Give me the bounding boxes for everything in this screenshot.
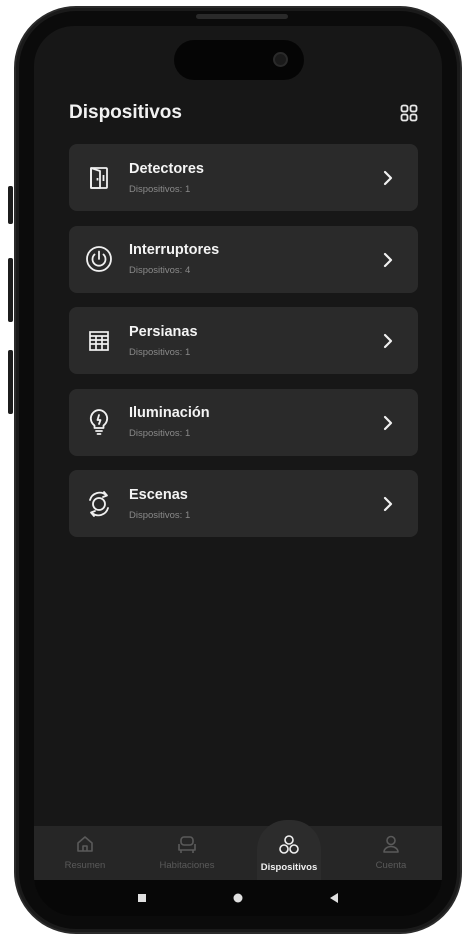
sofa-icon (178, 836, 196, 853)
grid-view-button[interactable] (398, 102, 420, 124)
tab-label: Cuenta (375, 860, 407, 871)
device-category-list: Detectores Dispositivos: 1 Interruptores… (69, 144, 418, 552)
chevron-right-icon (383, 170, 393, 186)
device-card-name: Persianas (129, 323, 198, 340)
tab-label: Habitaciones (159, 860, 215, 871)
side-button-action (8, 186, 13, 224)
circle-icon (233, 893, 243, 903)
header: Dispositivos (69, 98, 420, 128)
tab-habitaciones[interactable]: Habitaciones (136, 826, 238, 880)
home-nav-button[interactable] (190, 892, 286, 904)
speaker-slot (196, 14, 288, 19)
tab-resumen[interactable]: Resumen (34, 826, 136, 880)
scene-cycle-icon (89, 490, 109, 517)
square-icon (138, 894, 146, 902)
side-button-volume-up (8, 258, 13, 322)
devices-icon (279, 835, 299, 854)
chevron-right-icon (383, 333, 393, 349)
lightbulb-icon (89, 409, 109, 435)
device-card-count: Dispositivos: 1 (129, 346, 191, 358)
door-sensor-icon (90, 166, 108, 189)
power-icon (86, 246, 112, 272)
side-button-volume-down (8, 350, 13, 414)
triangle-back-icon (330, 893, 338, 903)
device-card-interruptores[interactable]: Interruptores Dispositivos: 4 (69, 225, 418, 293)
device-card-count: Dispositivos: 1 (129, 183, 191, 195)
camera-icon (273, 52, 288, 67)
tab-dispositivos[interactable]: Dispositivos (238, 826, 340, 880)
device-card-count: Dispositivos: 1 (129, 428, 191, 439)
recents-button[interactable] (94, 893, 190, 903)
device-card-name: Detectores (129, 160, 204, 177)
dynamic-island (174, 40, 304, 80)
device-card-persianas[interactable]: Persianas Dispositivos: 1 (69, 307, 418, 374)
back-button[interactable] (286, 892, 382, 904)
page-title: Dispositivos (69, 102, 182, 123)
tab-label: Resumen (64, 860, 106, 871)
grid-icon (400, 104, 418, 122)
home-icon (77, 836, 93, 852)
tab-cuenta[interactable]: Cuenta (340, 826, 442, 880)
device-card-detectores[interactable]: Detectores Dispositivos: 1 (69, 144, 418, 211)
bottom-tab-bar: Resumen Habitaciones Dispositivos Cuenta (34, 826, 442, 880)
device-card-name: Iluminación (129, 405, 210, 421)
chevron-right-icon (383, 415, 393, 430)
device-card-name: Interruptores (129, 242, 220, 258)
device-card-escenas[interactable]: Escenas Dispositivos: 1 (69, 470, 418, 537)
device-card-count: Dispositivos: 1 (129, 509, 191, 521)
android-nav-bar (34, 880, 442, 916)
device-card-iluminacion[interactable]: Iluminación Dispositivos: 1 (69, 388, 418, 456)
blinds-icon (89, 330, 109, 351)
chevron-right-icon (383, 252, 393, 267)
user-icon (383, 835, 399, 853)
tab-label: Dispositivos (260, 862, 318, 873)
device-card-name: Escenas (129, 486, 188, 503)
chevron-right-icon (383, 496, 393, 512)
device-card-count: Dispositivos: 4 (129, 265, 191, 276)
app-screen: Dispositivos Detectores Dispositivos: 1 … (34, 26, 442, 916)
